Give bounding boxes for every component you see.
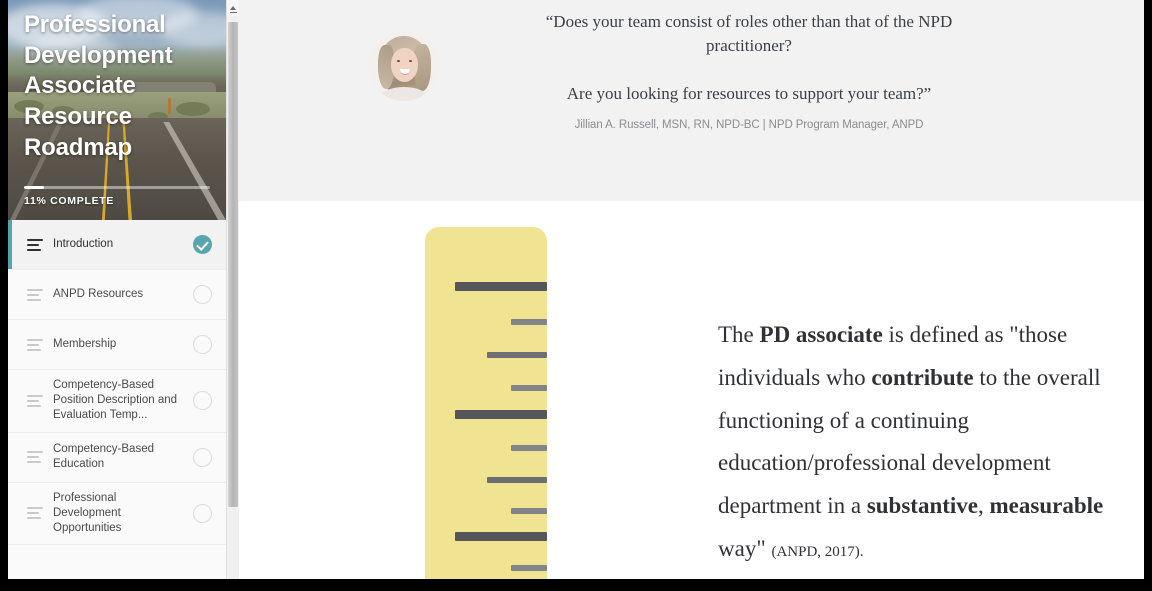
- sidebar-item-label: Professional Development Opportunities: [53, 491, 122, 534]
- emphasis-text: contribute: [871, 364, 974, 390]
- lesson-incomplete-circle-icon: [193, 503, 212, 523]
- lesson-lines-icon: [27, 394, 43, 407]
- progress-area: 11% COMPLETE: [24, 186, 210, 207]
- scroll-up-arrow-icon[interactable]: [227, 0, 239, 16]
- ruler-tick-minor: [511, 319, 547, 325]
- ruler-tick-major: [455, 282, 547, 291]
- emphasis-text: substantive: [866, 493, 979, 519]
- sidebar-item-competency-based-education[interactable]: Competency-Based Education: [8, 432, 226, 483]
- definition-paragraph: The PD associate is defined as "those in…: [718, 314, 1118, 571]
- progress-label: 11% COMPLETE: [24, 195, 115, 207]
- lesson-lines-icon: [27, 507, 43, 520]
- emphasis-text: PD associate: [759, 322, 883, 347]
- body-text: The: [718, 322, 760, 347]
- body-text: way": [718, 535, 772, 561]
- quote-section: “Does your team consist of roles other t…: [239, 0, 1144, 201]
- sidebar-item-label: ANPD Resources: [53, 287, 144, 300]
- ruler-tick-minor: [511, 508, 547, 514]
- ruler-graphic: [425, 227, 547, 579]
- body-text: ,: [978, 493, 990, 519]
- sidebar-item-label: Competency-Based Education: [53, 442, 154, 471]
- course-header: Professional Development Associate Resou…: [8, 0, 226, 220]
- scrollbar-thumb[interactable]: [228, 22, 238, 507]
- ruler-tick-major: [455, 532, 547, 541]
- emphasis-text: measurable: [989, 493, 1104, 519]
- lesson-lines-icon: [27, 238, 43, 251]
- citation-text: (ANPD, 2017).: [771, 543, 864, 560]
- lesson-nav-list: Introduction ANPD Resources Membership C…: [8, 220, 226, 546]
- avatar: [369, 31, 439, 101]
- lesson-lines-icon: [27, 288, 43, 301]
- ruler-tick-mid: [487, 352, 547, 358]
- sidebar-item-introduction[interactable]: Introduction: [8, 220, 226, 270]
- lesson-content: “Does your team consist of roles other t…: [239, 0, 1144, 579]
- sidebar-item-competency-based-position-description[interactable]: Competency-Based Position Description an…: [8, 370, 226, 433]
- sidebar-item-anpd-resources[interactable]: ANPD Resources: [8, 270, 226, 320]
- quote-line-2: Are you looking for resources to support…: [566, 84, 932, 104]
- sidebar: Professional Development Associate Resou…: [8, 0, 226, 579]
- course-title: Professional Development Associate Resou…: [24, 11, 173, 161]
- sidebar-item-label: Competency-Based Position Description an…: [53, 379, 178, 422]
- ruler-tick-minor: [511, 385, 547, 391]
- lesson-incomplete-circle-icon: [193, 285, 212, 304]
- sidebar-item-label: Introduction: [53, 237, 114, 250]
- sidebar-item-membership[interactable]: Membership: [8, 320, 226, 370]
- lesson-complete-check-icon: [193, 235, 212, 254]
- lesson-lines-icon: [27, 338, 43, 351]
- quote-line-1: “Does your team consist of roles other t…: [545, 12, 953, 56]
- lesson-lines-icon: [27, 451, 43, 464]
- course-player-window: Professional Development Associate Resou…: [8, 0, 1144, 579]
- ruler-tick-major: [455, 410, 547, 419]
- progress-bar-fill: [24, 186, 45, 189]
- lesson-incomplete-circle-icon: [193, 391, 212, 411]
- ruler-tick-mid: [487, 477, 547, 483]
- ruler-tick-minor: [511, 445, 547, 451]
- definition-section: The PD associate is defined as "those in…: [239, 201, 1144, 579]
- quote-text: “Does your team consist of roles other t…: [534, 10, 964, 106]
- quote-attribution: Jillian A. Russell, MSN, RN, NPD-BC | NP…: [574, 119, 924, 131]
- ruler-tick-minor: [511, 565, 547, 571]
- sidebar-item-professional-development-opportunities[interactable]: Professional Development Opportunities: [8, 482, 226, 546]
- progress-bar-track: [24, 186, 210, 189]
- lesson-incomplete-circle-icon: [193, 447, 212, 467]
- sidebar-scrollbar[interactable]: [226, 0, 239, 579]
- sidebar-item-label: Membership: [53, 337, 117, 350]
- lesson-incomplete-circle-icon: [193, 335, 212, 354]
